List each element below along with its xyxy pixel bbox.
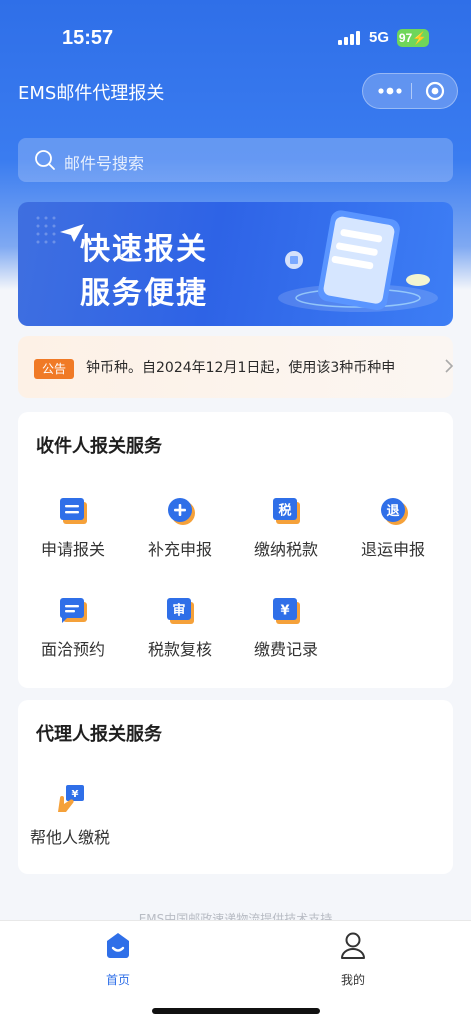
search-placeholder: 邮件号搜索 (64, 154, 145, 173)
battery-level: 97 (398, 31, 413, 45)
status-bar: 15:57 5G 97⚡ (0, 0, 471, 70)
review-glyph: 审 (172, 603, 185, 619)
agent-section-title: 代理人报关服务 (36, 724, 162, 745)
banner-subheadline: 服务便捷 (80, 276, 208, 311)
hand-pay-glyph: ¥ (72, 789, 79, 800)
signal-icon (338, 31, 360, 45)
banner-headline: 快速报关 (80, 232, 208, 267)
service-return-declaration[interactable]: 退 退运申报 (343, 496, 443, 576)
page-title: EMS邮件代理报关 (18, 83, 165, 104)
service-label: 税款复核 (147, 640, 212, 659)
service-label: 缴费记录 (253, 640, 318, 659)
home-indicator (152, 1008, 320, 1014)
chat-icon (59, 598, 87, 623)
agent-services-card: 代理人报关服务 ¥ 帮他人缴税 (18, 700, 453, 874)
network-type: 5G (369, 29, 390, 46)
payment-record-icon: ¥ (273, 598, 300, 624)
review-icon: 审 (167, 598, 194, 624)
service-label: 帮他人缴税 (29, 828, 110, 847)
tab-label: 我的 (340, 973, 365, 987)
service-label: 面洽预约 (40, 640, 105, 659)
form-icon (60, 498, 87, 524)
search-input[interactable]: 邮件号搜索 (18, 138, 453, 182)
phone-illustration-icon (278, 210, 438, 312)
recipient-section-title: 收件人报关服务 (36, 436, 162, 457)
notice-bar[interactable]: 公告 钟币种。自2024年12月1日起，使用该3种币种申 (18, 336, 456, 398)
service-label: 补充申报 (147, 540, 212, 559)
profile-icon (341, 932, 365, 959)
service-payment-records[interactable]: ¥ 缴费记录 (236, 596, 336, 676)
notice-tag: 公告 (34, 359, 74, 379)
service-supplementary-declaration[interactable]: 补充申报 (130, 496, 230, 576)
payment-glyph: ¥ (280, 604, 289, 619)
service-label: 申请报关 (40, 540, 105, 559)
battery-icon: 97⚡ (397, 29, 429, 47)
service-label: 退运申报 (360, 540, 425, 559)
hand-pay-icon: ¥ (58, 785, 84, 812)
more-options-icon[interactable] (375, 74, 405, 108)
return-glyph: 退 (386, 504, 399, 519)
chevron-right-icon[interactable] (442, 358, 456, 374)
service-appointment[interactable]: 面洽预约 (23, 596, 123, 676)
service-pay-tax[interactable]: 税 缴纳税款 (236, 496, 336, 576)
tab-profile[interactable]: 我的 (313, 929, 393, 989)
notice-text: 钟币种。自2024年12月1日起，使用该3种币种申 (86, 360, 396, 376)
service-pay-for-others[interactable]: ¥ 帮他人缴税 (20, 784, 120, 864)
status-time: 15:57 (62, 27, 114, 49)
service-apply-declaration[interactable]: 申请报关 (23, 496, 123, 576)
service-label: 缴纳税款 (253, 540, 318, 559)
recipient-services-card: 收件人报关服务 申请报关 补充申报 税 缴纳税款 退 退运申报 面洽预约 审 税… (18, 412, 453, 688)
miniprogram-capsule (362, 73, 458, 109)
tab-home[interactable]: 首页 (78, 929, 158, 989)
capsule-divider (411, 83, 412, 99)
tax-icon: 税 (273, 498, 300, 524)
tab-label: 首页 (105, 973, 130, 987)
promo-banner[interactable]: 快速报关 服务便捷 (18, 202, 453, 326)
home-icon (107, 933, 129, 958)
search-icon (35, 150, 55, 170)
plus-circle-icon (168, 498, 195, 525)
close-miniprogram-icon[interactable] (425, 81, 445, 101)
return-icon: 退 (381, 498, 408, 525)
tax-glyph: 税 (278, 503, 291, 519)
service-tax-review[interactable]: 审 税款复核 (130, 596, 230, 676)
